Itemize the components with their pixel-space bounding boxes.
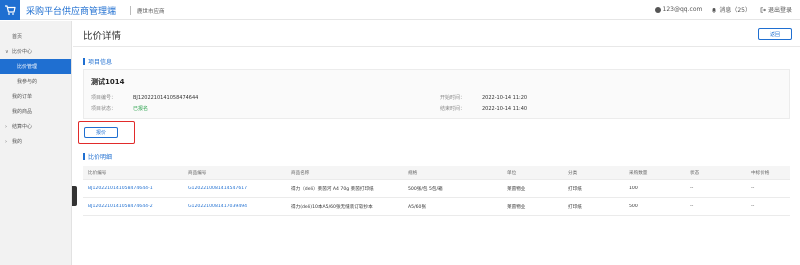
column-header: 中标价格 <box>751 170 770 176</box>
field-label: 项目编号： <box>91 95 117 101</box>
company-name: 鹿世市应商 <box>137 9 165 15</box>
product-no-link[interactable]: G1202210081417039494 <box>183 204 286 209</box>
sidebar-item-label: 我的商品 <box>12 109 33 115</box>
section-marker <box>83 58 85 65</box>
table-cell: 打印纸 <box>568 186 582 192</box>
column-header: 比价编号 <box>88 170 107 176</box>
page-title: 比价详情 <box>83 31 122 42</box>
table-cell: 100 <box>629 186 638 191</box>
field-label: 结束时间： <box>440 106 466 112</box>
logout-link[interactable]: 退出登录 <box>760 5 792 14</box>
sidebar-item-label: 我的 <box>12 139 23 145</box>
sidebar-item-products[interactable]: 我的商品 <box>0 104 71 119</box>
table-header-row: 比价编号 商品编号 商品名称 规格 单位 分类 采购数量 状态 中标价格 <box>83 166 790 180</box>
table-cell: 500张/包 5包/箱 <box>408 186 443 192</box>
table-cell: 打印纸 <box>568 204 582 210</box>
table-cell: 得力(deli)10本A5/60张无缝装订软抄本 <box>291 204 373 210</box>
project-no-value: BJ1202210141058474644 <box>133 95 199 101</box>
section-marker <box>83 153 85 160</box>
title-divider <box>130 6 131 15</box>
end-time-field: 结束时间： 2022-10-14 11:40 <box>440 105 527 112</box>
project-info-heading: 项目信息 <box>83 57 112 66</box>
logout-icon <box>760 6 766 13</box>
column-header: 商品名称 <box>291 170 310 176</box>
sidebar-group-mine[interactable]: › 我的 <box>0 134 71 149</box>
start-time-field: 开始时间： 2022-10-14 11:20 <box>440 94 527 101</box>
main-content: 比价详情 返回 项目信息 测试1014 项目编号： BJ1202210141058… <box>73 21 800 265</box>
sidebar-item-label: 比价中心 <box>12 49 33 55</box>
sidebar-item-label: 结算中心 <box>12 124 33 130</box>
column-header: 采购数量 <box>629 170 648 176</box>
sidebar-item-label: 我的订单 <box>12 94 33 100</box>
quote-button[interactable]: 报价 <box>84 127 118 138</box>
top-header: 采购平台供应商管理端 鹿世市应商 123@qq.com 消息（25） 退出登录 <box>0 0 800 20</box>
table-row: BJ1202210141058474644-1 G120221008141454… <box>83 180 790 198</box>
comparison-no-link[interactable]: BJ1202210141058474644-2 <box>83 204 183 209</box>
bell-icon <box>712 7 717 13</box>
section-title: 比价明细 <box>88 154 113 161</box>
comparison-detail-heading: 比价明细 <box>83 152 112 161</box>
sidebar-item-comparison-manage[interactable]: 比价管理 <box>0 59 71 74</box>
user-icon <box>654 6 661 13</box>
section-title: 项目信息 <box>88 59 113 66</box>
table-cell: 得力（deli）莱茵河 A4 70g 莱茵打印纸 <box>291 186 374 192</box>
sidebar-item-orders[interactable]: 我的订单 <box>0 89 71 104</box>
logout-label: 退出登录 <box>767 7 792 14</box>
column-header: 单位 <box>507 170 517 176</box>
user-account[interactable]: 123@qq.com <box>654 6 703 13</box>
cart-logo-icon <box>0 0 20 20</box>
app-title: 采购平台供应商管理端 <box>26 7 117 17</box>
project-status-field: 项目状态： 已报名 <box>91 105 148 112</box>
table-row: BJ1202210141058474644-2 G120221008141703… <box>83 198 790 216</box>
sidebar-item-label: 比价管理 <box>17 64 38 70</box>
messages-link[interactable]: 消息（25） <box>711 5 751 14</box>
sidebar-item-label: 首页 <box>12 34 23 40</box>
column-header: 规格 <box>408 170 418 176</box>
column-header: 商品编号 <box>188 170 207 176</box>
chevron-down-icon: ∨ <box>5 48 9 55</box>
chevron-right-icon: › <box>5 123 7 130</box>
field-label: 开始时间： <box>440 95 466 101</box>
field-label: 项目状态： <box>91 106 117 112</box>
divider <box>73 46 800 47</box>
table-cell: -- <box>690 186 694 191</box>
column-header: 状态 <box>690 170 700 176</box>
comparison-detail-table: 比价编号 商品编号 商品名称 规格 单位 分类 采购数量 状态 中标价格 BJ1… <box>83 166 790 216</box>
project-info-card: 测试1014 项目编号： BJ1202210141058474644 项目状态： 已… <box>83 69 790 119</box>
project-name: 测试1014 <box>91 78 125 86</box>
table-cell: -- <box>751 204 755 209</box>
sidebar-nav: 首页 ∨ 比价中心 比价管理 我参与的 我的订单 我的商品 › 结算中心 › 我… <box>0 21 72 265</box>
status-badge: 已报名 <box>133 106 149 112</box>
end-time-value: 2022-10-14 11:40 <box>482 106 528 112</box>
chevron-right-icon: › <box>5 138 7 145</box>
messages-label: 消息（25） <box>719 7 751 14</box>
table-cell: -- <box>751 186 755 191</box>
product-no-link[interactable]: G1202210081414547617 <box>183 186 286 191</box>
sidebar-item-home[interactable]: 首页 <box>0 29 71 44</box>
project-no-field: 项目编号： BJ1202210141058474644 <box>91 94 198 101</box>
start-time-value: 2022-10-14 11:20 <box>482 95 528 101</box>
header-actions: 123@qq.com 消息（25） 退出登录 <box>654 5 792 14</box>
sidebar-group-comparison[interactable]: ∨ 比价中心 <box>0 44 71 59</box>
comparison-no-link[interactable]: BJ1202210141058474644-1 <box>83 186 183 191</box>
sidebar-item-participated[interactable]: 我参与的 <box>0 74 71 89</box>
sidebar-group-settlement[interactable]: › 结算中心 <box>0 119 71 134</box>
column-header: 分类 <box>568 170 578 176</box>
table-cell: 莱茵物业 <box>507 186 526 192</box>
table-cell: A5/60张 <box>408 204 427 210</box>
table-cell: 500 <box>629 204 638 209</box>
table-cell: -- <box>690 204 694 209</box>
back-button[interactable]: 返回 <box>758 28 792 40</box>
user-email: 123@qq.com <box>662 6 703 13</box>
table-cell: 莱茵物业 <box>507 204 526 210</box>
sidebar-item-label: 我参与的 <box>17 79 38 85</box>
